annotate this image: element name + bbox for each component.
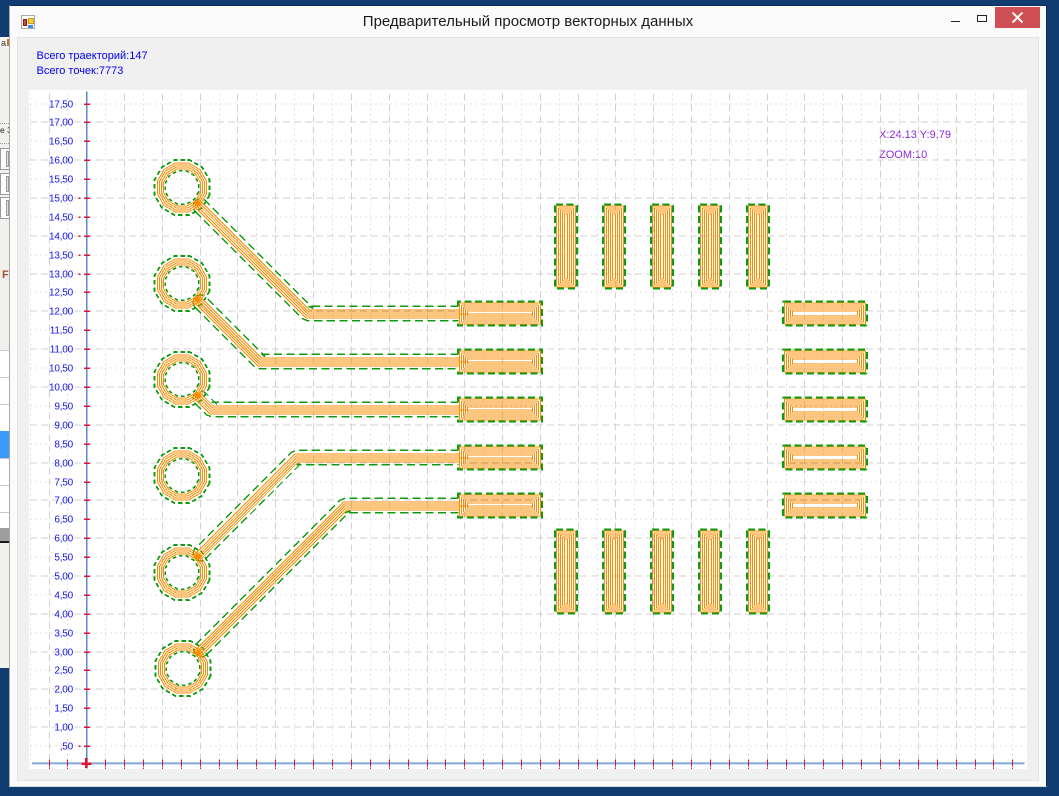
svg-text:1,00: 1,00 (54, 723, 73, 734)
svg-text:17,00: 17,00 (49, 118, 74, 129)
svg-text:13,50: 13,50 (49, 251, 74, 262)
svg-text:6,50: 6,50 (54, 515, 73, 526)
svg-text:3,50: 3,50 (54, 629, 73, 640)
svg-text:15,00: 15,00 (49, 194, 74, 205)
svg-text:11,00: 11,00 (50, 345, 74, 356)
svg-text:9,00: 9,00 (54, 421, 73, 432)
svg-text:6,00: 6,00 (54, 534, 73, 545)
svg-text:7,00: 7,00 (54, 496, 73, 507)
svg-text:5,50: 5,50 (54, 553, 73, 564)
svg-text:14,00: 14,00 (49, 232, 74, 243)
svg-text:10,50: 10,50 (49, 364, 74, 375)
svg-text:2,50: 2,50 (54, 666, 73, 677)
svg-text:14,50: 14,50 (49, 213, 74, 224)
svg-text:12,50: 12,50 (49, 288, 74, 299)
svg-text:9,50: 9,50 (54, 402, 73, 413)
svg-text:8,00: 8,00 (54, 459, 73, 470)
svg-text:,50: ,50 (60, 742, 74, 753)
svg-text:11,50: 11,50 (50, 326, 74, 337)
svg-text:ZOOM:10: ZOOM:10 (879, 149, 927, 161)
svg-text:16,00: 16,00 (49, 156, 74, 167)
svg-text:7,50: 7,50 (54, 478, 73, 489)
svg-text:15,50: 15,50 (49, 175, 74, 186)
svg-text:13,00: 13,00 (49, 270, 74, 281)
svg-text:5,00: 5,00 (54, 572, 73, 583)
svg-text:10,00: 10,00 (49, 383, 74, 394)
svg-text:3,00: 3,00 (54, 648, 73, 659)
svg-text:2,00: 2,00 (54, 685, 73, 696)
svg-text:1,50: 1,50 (54, 704, 73, 715)
svg-text:4,00: 4,00 (54, 610, 73, 621)
svg-text:12,00: 12,00 (49, 307, 74, 318)
svg-text:8,50: 8,50 (54, 440, 73, 451)
svg-text:X:24.13 Y:9,79: X:24.13 Y:9,79 (879, 129, 951, 141)
svg-text:17,50: 17,50 (49, 100, 74, 111)
svg-text:4,50: 4,50 (54, 591, 73, 602)
svg-text:16,50: 16,50 (49, 137, 74, 148)
